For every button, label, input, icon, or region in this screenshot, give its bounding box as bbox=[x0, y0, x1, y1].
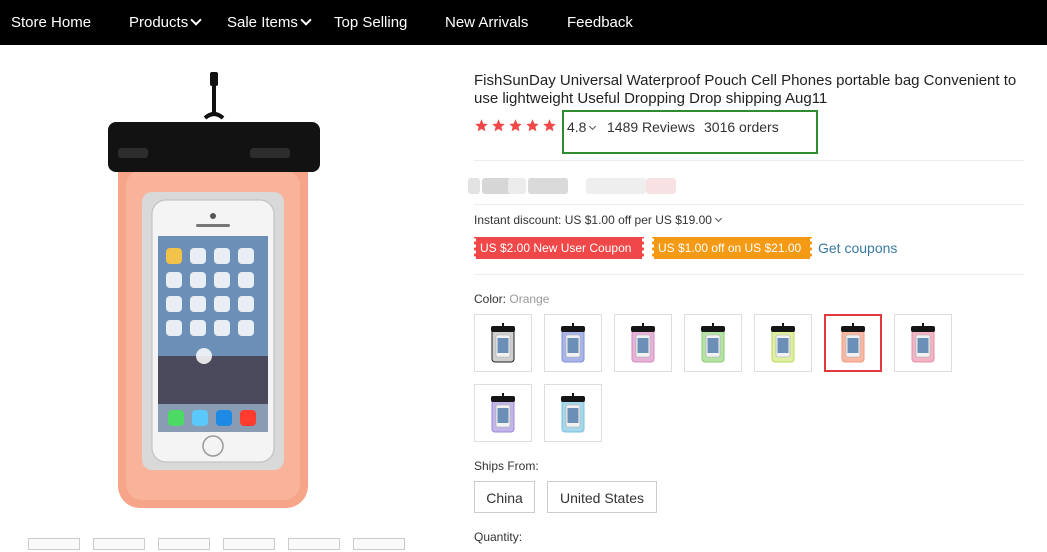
chevron-down-icon bbox=[190, 14, 202, 26]
nav-new-arrivals[interactable]: New Arrivals bbox=[445, 0, 528, 45]
nav-products[interactable]: Products bbox=[129, 0, 202, 45]
annotation-highlight-box bbox=[562, 110, 818, 154]
color-swatch-pink[interactable] bbox=[614, 314, 672, 372]
nav-store-home[interactable]: Store Home bbox=[11, 0, 91, 45]
pouch-thumbnail-icon bbox=[911, 323, 935, 363]
thumbnail[interactable] bbox=[288, 538, 340, 550]
get-coupons-link[interactable]: Get coupons bbox=[818, 240, 897, 256]
nav-top-selling-label: Top Selling bbox=[334, 14, 408, 31]
thumbnail[interactable] bbox=[158, 538, 210, 550]
nav-products-label: Products bbox=[129, 14, 189, 31]
nav-feedback-label: Feedback bbox=[567, 14, 633, 31]
thumbnail[interactable] bbox=[93, 538, 145, 550]
color-label-text: Color: bbox=[474, 292, 507, 306]
thumbnail[interactable] bbox=[28, 538, 80, 550]
star-icon bbox=[492, 119, 505, 132]
pouch-thumbnail-icon bbox=[771, 323, 795, 363]
pouch-thumbnail-icon bbox=[701, 323, 725, 363]
star-icon bbox=[509, 119, 522, 132]
product-title: FishSunDay Universal Waterproof Pouch Ce… bbox=[474, 72, 1017, 107]
star-icon bbox=[543, 119, 556, 132]
color-swatch-orange[interactable] bbox=[824, 314, 882, 372]
nav-store-home-label: Store Home bbox=[11, 14, 92, 31]
new-user-coupon[interactable]: US $2.00 New User Coupon bbox=[473, 237, 645, 259]
nav-top-selling[interactable]: Top Selling bbox=[334, 0, 407, 45]
pouch-thumbnail-icon bbox=[561, 393, 585, 433]
color-swatch-teal[interactable] bbox=[544, 384, 602, 442]
nav-feedback[interactable]: Feedback bbox=[567, 0, 633, 45]
store-coupon[interactable]: US $1.00 off on US $21.00 bbox=[651, 237, 813, 259]
instant-discount[interactable]: Instant discount: US $1.00 off per US $1… bbox=[474, 213, 722, 227]
pouch-thumbnail-icon bbox=[561, 323, 585, 363]
quantity-label: Quantity: bbox=[474, 530, 523, 544]
pouch-thumbnail-icon bbox=[631, 323, 655, 363]
nav-sale-items-label: Sale Items bbox=[227, 14, 298, 31]
nav-new-arrivals-label: New Arrivals bbox=[445, 14, 529, 31]
star-icon bbox=[526, 119, 539, 132]
pouch-thumbnail-icon bbox=[491, 323, 515, 363]
blurred-price bbox=[468, 178, 683, 194]
star-rating bbox=[474, 118, 559, 134]
ships-from-china[interactable]: China bbox=[474, 481, 535, 513]
divider bbox=[474, 204, 1024, 205]
product-main-image[interactable] bbox=[0, 45, 420, 547]
ships-from-label: Ships From: bbox=[474, 459, 539, 473]
chevron-down-icon bbox=[300, 14, 312, 26]
color-label: Color: Orange bbox=[474, 292, 549, 306]
divider bbox=[474, 274, 1024, 275]
thumbnail[interactable] bbox=[353, 538, 405, 550]
color-swatch-rose[interactable] bbox=[894, 314, 952, 372]
pouch-thumbnail-icon bbox=[841, 323, 865, 363]
color-swatch-yellow[interactable] bbox=[754, 314, 812, 372]
chevron-down-icon bbox=[714, 214, 722, 223]
color-swatch-blue[interactable] bbox=[544, 314, 602, 372]
divider bbox=[474, 160, 1024, 161]
color-swatch-black[interactable] bbox=[474, 314, 532, 372]
nav-sale-items[interactable]: Sale Items bbox=[227, 0, 312, 45]
store-navigation-bar: Store Home Products Sale Items Top Selli… bbox=[0, 0, 1047, 45]
color-swatch-purple[interactable] bbox=[474, 384, 532, 442]
pouch-thumbnail-icon bbox=[491, 393, 515, 433]
color-swatch-green[interactable] bbox=[684, 314, 742, 372]
product-image-gallery bbox=[0, 45, 420, 547]
selected-color-value: Orange bbox=[509, 292, 550, 306]
ships-from-united-states[interactable]: United States bbox=[547, 481, 657, 513]
instant-discount-text: Instant discount: US $1.00 off per US $1… bbox=[474, 213, 712, 227]
star-icon bbox=[475, 119, 488, 132]
thumbnail[interactable] bbox=[223, 538, 275, 550]
